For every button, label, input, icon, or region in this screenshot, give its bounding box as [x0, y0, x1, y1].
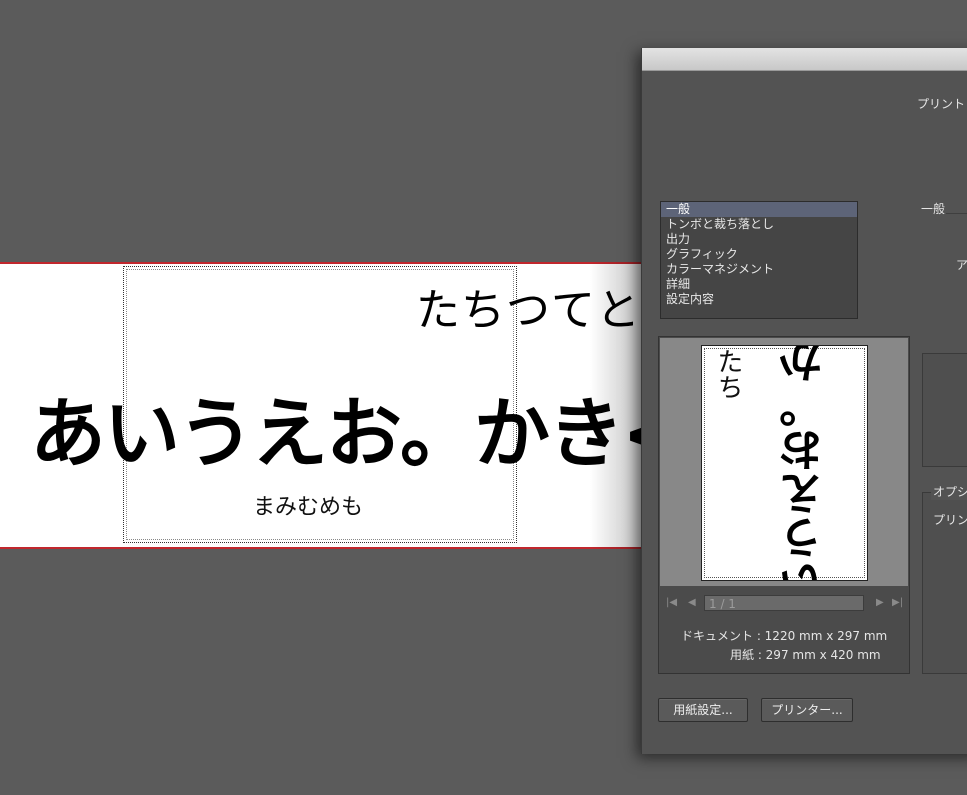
- artwork-text-top[interactable]: たちつてと: [416, 274, 641, 338]
- next-page-icon[interactable]: ▶: [876, 597, 884, 608]
- preview-text-big: いうえお。か: [780, 345, 831, 581]
- settings-panel-box: [922, 353, 967, 467]
- preview-paper: たち いうえお。か: [701, 345, 868, 581]
- category-item-graphics[interactable]: グラフィック: [661, 247, 857, 262]
- preview-area[interactable]: たち いうえお。か: [660, 338, 908, 586]
- category-item-color-management[interactable]: カラーマネジメント: [661, 262, 857, 277]
- category-item-general[interactable]: 一般: [661, 202, 857, 217]
- artwork-text-main[interactable]: あいうえお。かき<: [30, 372, 660, 482]
- page-navigation: |◀ ◀ 1 / 1 ▶ ▶|: [660, 595, 908, 615]
- options-label: オプシ: [931, 483, 967, 500]
- partial-label: ア: [956, 258, 967, 272]
- print-dialog: プリント 一般 トンボと裁ち落とし 出力 グラフィック カラーマネジメント 詳細…: [641, 48, 967, 754]
- printer-button[interactable]: プリンター...: [761, 698, 853, 722]
- category-item-summary[interactable]: 設定内容: [661, 292, 857, 307]
- preview-text-small: たち: [713, 348, 743, 400]
- category-item-advanced[interactable]: 詳細: [661, 277, 857, 292]
- artboard-canvas[interactable]: たちつてと あいうえお。かき< まみむめも: [0, 262, 660, 549]
- print-preset-label: プリント: [917, 97, 966, 111]
- category-item-output[interactable]: 出力: [661, 232, 857, 247]
- paper-size-label: 用紙 : 297 mm x 420 mm: [730, 648, 881, 662]
- section-title-general: 一般: [921, 202, 946, 216]
- section-divider: [946, 213, 967, 214]
- first-page-icon[interactable]: |◀: [666, 597, 677, 608]
- last-page-icon[interactable]: ▶|: [892, 597, 903, 608]
- options-sub-label: プリン: [933, 513, 967, 527]
- page-setup-button[interactable]: 用紙設定...: [658, 698, 748, 722]
- dialog-titlebar[interactable]: [642, 48, 967, 71]
- category-list[interactable]: 一般 トンボと裁ち落とし 出力 グラフィック カラーマネジメント 詳細 設定内容: [660, 201, 858, 319]
- artwork-text-bottom[interactable]: まみむめも: [253, 489, 363, 521]
- document-size-label: ドキュメント : 1220 mm x 297 mm: [681, 629, 888, 643]
- category-item-marks-bleed[interactable]: トンボと裁ち落とし: [661, 217, 857, 232]
- page-number-field[interactable]: 1 / 1: [704, 595, 864, 611]
- previous-page-icon[interactable]: ◀: [688, 597, 696, 608]
- print-preview: たち いうえお。か |◀ ◀ 1 / 1 ▶ ▶| ドキュメント : 1220 …: [658, 336, 910, 674]
